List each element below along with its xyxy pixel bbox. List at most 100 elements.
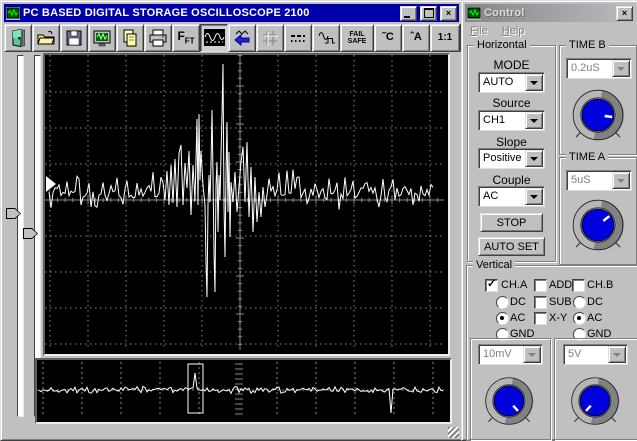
- time-a-group-label: TIME A: [566, 151, 608, 164]
- overview-display-svg: [37, 360, 446, 418]
- chb-ac-label: AC: [587, 312, 602, 324]
- cha-dc-label: DC: [510, 296, 526, 308]
- mode-combobox[interactable]: AUTO: [478, 72, 545, 93]
- slope-value: Positive: [479, 149, 524, 168]
- failsafe-label-1: FAIL: [349, 31, 364, 38]
- time-a-knob[interactable]: [566, 193, 630, 260]
- menu-help[interactable]: Help: [502, 25, 525, 37]
- mode-label: MODE: [468, 58, 555, 72]
- stop-button[interactable]: STOP: [480, 213, 543, 232]
- chb-ac-radio[interactable]: [573, 312, 586, 325]
- time-b-dropdown-button[interactable]: [612, 60, 630, 77]
- main-display: [43, 53, 450, 356]
- probe-1to1-button[interactable]: 1:1: [430, 24, 460, 52]
- chb-checkbox-label: CH.B: [587, 279, 613, 291]
- printer-icon: [148, 28, 168, 48]
- source-value: CH1: [479, 111, 524, 130]
- minimize-button[interactable]: [400, 6, 417, 21]
- time-b-knob[interactable]: [566, 83, 630, 150]
- recall-button[interactable]: [228, 24, 256, 52]
- control-titlebar[interactable]: Control ×: [465, 4, 635, 22]
- waveform-display-button[interactable]: [200, 24, 228, 52]
- main-titlebar[interactable]: PC BASED DIGITAL STORAGE OSCILLOSCOPE 21…: [4, 4, 459, 22]
- horizontal-group: Horizontal MODE AUTO Source CH1 Slope Po…: [467, 45, 556, 262]
- blue-arrow-wave-icon: [232, 29, 252, 47]
- calibrate-c-button[interactable]: ˜C: [374, 24, 402, 52]
- failsafe-button[interactable]: FAIL SAFE: [340, 24, 374, 52]
- toolbar: FFT: [4, 23, 459, 52]
- cha-range-combobox[interactable]: 10mV: [478, 344, 543, 365]
- source-combobox[interactable]: CH1: [478, 110, 545, 131]
- chb-dc-label: DC: [587, 296, 603, 308]
- fft-icon: FFT: [177, 30, 194, 45]
- chb-volts-knob[interactable]: [565, 371, 625, 434]
- resize-grip[interactable]: [448, 427, 459, 438]
- control-app-icon: [467, 7, 481, 20]
- capture-button[interactable]: [88, 24, 116, 52]
- cha-volts-knob[interactable]: [479, 371, 539, 434]
- couple-label: Couple: [468, 173, 555, 187]
- mode-dropdown-button[interactable]: [525, 74, 543, 91]
- add-checkbox-label: ADD: [549, 279, 572, 291]
- chevron-down-icon: [617, 67, 625, 75]
- dotted-line-icon: [289, 30, 307, 46]
- time-a-combobox[interactable]: 5uS: [566, 170, 632, 191]
- chb-range-combobox[interactable]: 5V: [563, 344, 628, 365]
- horizontal-group-label: Horizontal: [474, 39, 530, 52]
- menu-file[interactable]: File: [470, 25, 488, 37]
- open-button[interactable]: [32, 24, 60, 52]
- cha-range-dropdown-button[interactable]: [523, 346, 541, 363]
- save-button[interactable]: [60, 24, 88, 52]
- vertical-group-label: Vertical: [473, 259, 515, 272]
- exit-button[interactable]: [4, 24, 32, 52]
- maximize-button[interactable]: [420, 6, 437, 21]
- copy-button[interactable]: [116, 24, 144, 52]
- interpolation-button[interactable]: [312, 24, 340, 52]
- slope-combobox[interactable]: Positive: [478, 148, 545, 169]
- chevron-down-icon: [530, 81, 538, 89]
- cha-ac-radio[interactable]: [496, 312, 509, 325]
- slope-dropdown-button[interactable]: [525, 150, 543, 167]
- grid-button[interactable]: [256, 24, 284, 52]
- failsafe-label-2: SAFE: [348, 38, 367, 45]
- add-checkbox[interactable]: [534, 279, 547, 292]
- cha-position-slider-thumb[interactable]: [6, 208, 21, 219]
- chb-dc-radio[interactable]: [573, 296, 586, 309]
- slope-label: Slope: [468, 135, 555, 149]
- main-display-svg: [45, 55, 444, 350]
- print-button[interactable]: [144, 24, 172, 52]
- cha-checkbox-label: CH.A: [501, 279, 527, 291]
- time-b-combobox[interactable]: 0.2uS: [566, 58, 632, 79]
- calibrate-a-label: ˆA: [410, 32, 422, 43]
- chb-checkbox[interactable]: [572, 279, 585, 292]
- source-dropdown-button[interactable]: [525, 112, 543, 129]
- cha-dc-radio[interactable]: [496, 296, 509, 309]
- control-close-button[interactable]: ×: [616, 6, 633, 21]
- cha-ac-label: AC: [510, 312, 525, 324]
- xy-checkbox[interactable]: [534, 312, 547, 325]
- chb-position-slider-thumb[interactable]: [23, 228, 38, 239]
- chb-range-dropdown-button[interactable]: [608, 346, 626, 363]
- vertical-group: Vertical CH.A ADD CH.B DC SUB DC AC X-Y …: [466, 265, 637, 441]
- couple-dropdown-button[interactable]: [525, 188, 543, 205]
- copy-pages-icon: [120, 28, 140, 48]
- cha-range-value: 10mV: [479, 345, 522, 364]
- chb-range-value: 5V: [564, 345, 607, 364]
- time-a-dropdown-button[interactable]: [612, 172, 630, 189]
- dots-line-button[interactable]: [284, 24, 312, 52]
- couple-combobox[interactable]: AC: [478, 186, 545, 207]
- control-close-icon: ×: [622, 9, 627, 18]
- sub-checkbox[interactable]: [534, 296, 547, 309]
- time-a-group: TIME A 5uS: [559, 157, 637, 265]
- autoset-button[interactable]: AUTO SET: [478, 237, 545, 256]
- chevron-down-icon: [530, 195, 538, 203]
- mode-value: AUTO: [479, 73, 524, 92]
- close-button[interactable]: ×: [440, 6, 457, 21]
- scope-screen-icon: [92, 28, 112, 48]
- calibrate-a-button[interactable]: ˆA: [402, 24, 430, 52]
- main-window-title: PC BASED DIGITAL STORAGE OSCILLOSCOPE 21…: [23, 7, 397, 19]
- stop-button-label: STOP: [497, 217, 527, 229]
- control-menubar: File Help: [466, 23, 634, 39]
- cha-checkbox[interactable]: [485, 279, 498, 292]
- fft-button[interactable]: FFT: [172, 24, 200, 52]
